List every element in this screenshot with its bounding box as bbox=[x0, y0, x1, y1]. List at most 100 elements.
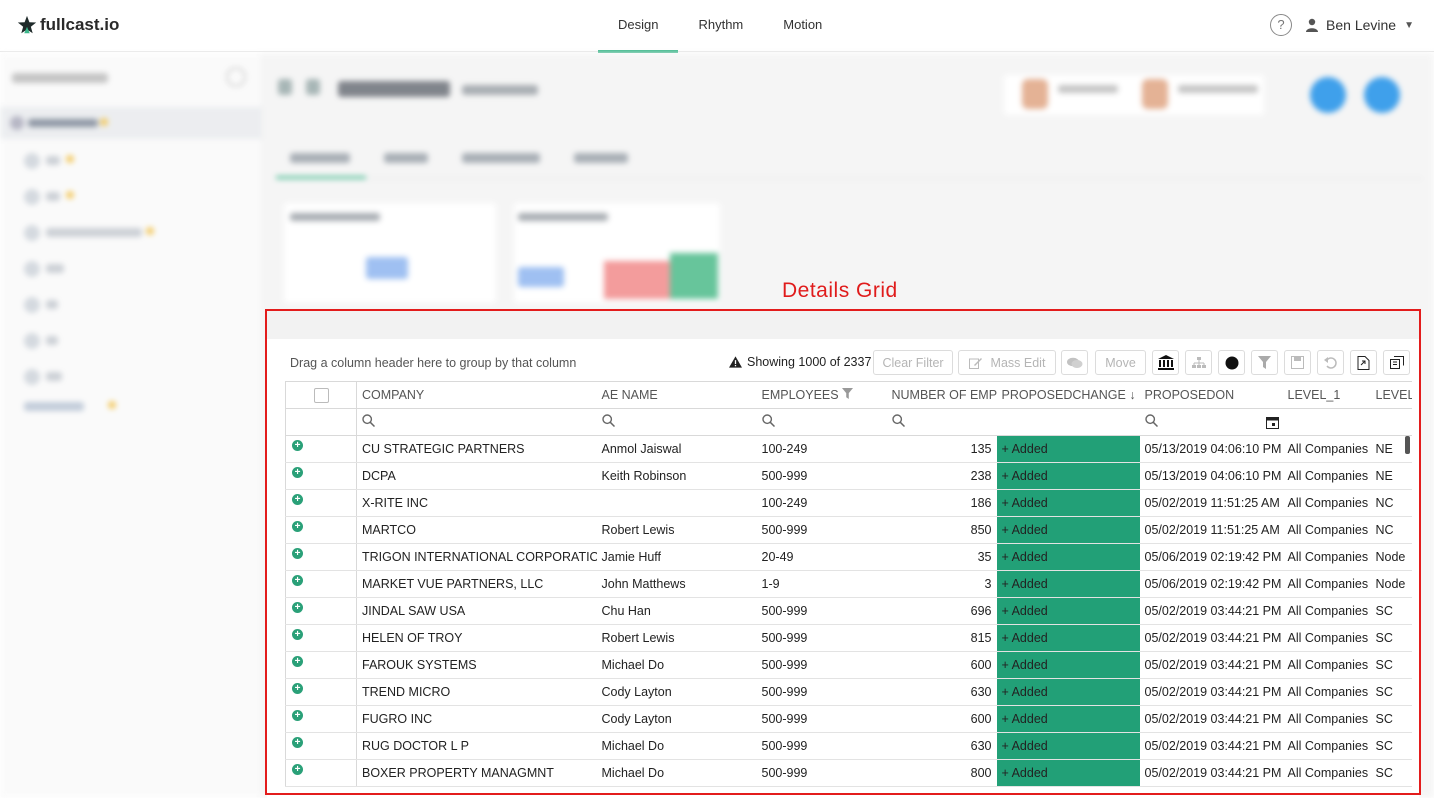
cell-level-1[interactable]: All Companies bbox=[1282, 516, 1371, 544]
cell-proposedchange[interactable]: + Added bbox=[996, 651, 1140, 679]
cell-ae-name[interactable]: Michael Do bbox=[596, 732, 757, 760]
cell-level[interactable]: SC bbox=[1370, 732, 1412, 760]
plus-circle-icon[interactable]: + bbox=[292, 628, 303, 640]
table-row[interactable]: + X-RITE INC 100-249 186 + Added 05/02/2019 1… bbox=[285, 489, 1412, 517]
cell-number-of-emp[interactable]: 850 bbox=[886, 516, 997, 544]
row-added-indicator[interactable]: + bbox=[285, 435, 357, 463]
cell-ae-name[interactable]: John Matthews bbox=[596, 570, 757, 598]
help-icon[interactable]: ? bbox=[1270, 14, 1293, 36]
cell-proposedon[interactable]: 05/02/2019 11:51:25 AM bbox=[1139, 489, 1283, 517]
cell-level[interactable]: SC bbox=[1370, 759, 1412, 787]
table-row[interactable]: + HELEN OF TROY Robert Lewis 500-999 815 + Ad… bbox=[285, 624, 1412, 652]
filter-company[interactable] bbox=[356, 408, 597, 436]
cell-company[interactable]: MARKET VUE PARTNERS, LLC bbox=[356, 570, 597, 598]
cell-company[interactable]: FUGRO INC bbox=[356, 705, 597, 733]
undo-button[interactable] bbox=[1317, 350, 1344, 375]
filter-active-icon[interactable] bbox=[842, 388, 854, 399]
cell-company[interactable]: TREND MICRO bbox=[356, 678, 597, 706]
cell-level[interactable]: NE bbox=[1370, 462, 1412, 490]
plus-circle-icon[interactable]: + bbox=[292, 655, 303, 667]
row-added-indicator[interactable]: + bbox=[285, 624, 357, 652]
column-header-proposedon[interactable]: PROPOSEDON bbox=[1139, 381, 1283, 409]
cell-proposedchange[interactable]: + Added bbox=[996, 678, 1140, 706]
clear-filter-button[interactable]: Clear Filter bbox=[873, 350, 953, 375]
columns-button[interactable] bbox=[1383, 350, 1410, 375]
cell-ae-name[interactable]: Jamie Huff bbox=[596, 543, 757, 571]
filter-ae-name[interactable] bbox=[596, 408, 757, 436]
cell-number-of-emp[interactable]: 600 bbox=[886, 651, 997, 679]
search-icon[interactable] bbox=[891, 414, 905, 428]
cell-ae-name[interactable]: Anmol Jaiswal bbox=[596, 435, 757, 463]
sort-down-icon[interactable]: ↓ bbox=[1129, 388, 1135, 402]
cell-number-of-emp[interactable]: 186 bbox=[886, 489, 997, 517]
cell-employees[interactable]: 500-999 bbox=[756, 759, 887, 787]
cell-ae-name[interactable]: Cody Layton bbox=[596, 705, 757, 733]
row-added-indicator[interactable]: + bbox=[285, 759, 357, 787]
column-header-number-of-emp[interactable]: NUMBER OF EMP bbox=[886, 381, 997, 409]
row-added-indicator[interactable]: + bbox=[285, 597, 357, 625]
plus-circle-icon[interactable]: + bbox=[292, 520, 303, 532]
filter-employees[interactable] bbox=[756, 408, 887, 436]
plus-circle-icon[interactable]: + bbox=[292, 601, 303, 613]
cell-proposedon[interactable]: 05/02/2019 03:44:21 PM bbox=[1139, 651, 1283, 679]
cell-proposedon[interactable]: 05/02/2019 03:44:21 PM bbox=[1139, 678, 1283, 706]
cell-employees[interactable]: 500-999 bbox=[756, 678, 887, 706]
cell-level[interactable]: SC bbox=[1370, 624, 1412, 652]
row-added-indicator[interactable]: + bbox=[285, 705, 357, 733]
cell-ae-name[interactable]: Robert Lewis bbox=[596, 516, 757, 544]
filter-number-of-emp[interactable] bbox=[886, 408, 997, 436]
cell-level-1[interactable]: All Companies bbox=[1282, 651, 1371, 679]
cell-level-1[interactable]: All Companies bbox=[1282, 489, 1371, 517]
row-added-indicator[interactable]: + bbox=[285, 732, 357, 760]
table-row[interactable]: + MARTCO Robert Lewis 500-999 850 + Added 05/0… bbox=[285, 516, 1412, 544]
cell-number-of-emp[interactable]: 630 bbox=[886, 732, 997, 760]
cell-employees[interactable]: 100-249 bbox=[756, 435, 887, 463]
cell-employees[interactable]: 500-999 bbox=[756, 462, 887, 490]
column-header-proposedchange[interactable]: PROPOSEDCHANGE ↓ bbox=[996, 381, 1140, 409]
table-row[interactable]: + BOXER PROPERTY MANAGMNT Michael Do 500-99… bbox=[285, 759, 1412, 787]
cell-company[interactable]: HELEN OF TROY bbox=[356, 624, 597, 652]
table-row[interactable]: + RUG DOCTOR L P Michael Do 500-999 630 + Add… bbox=[285, 732, 1412, 760]
cell-company[interactable]: FAROUK SYSTEMS bbox=[356, 651, 597, 679]
search-icon[interactable] bbox=[601, 414, 615, 428]
table-row[interactable]: + TREND MICRO Cody Layton 500-999 630 + Added… bbox=[285, 678, 1412, 706]
cell-proposedchange[interactable]: + Added bbox=[996, 543, 1140, 571]
cell-proposedchange[interactable]: + Added bbox=[996, 624, 1140, 652]
table-row[interactable]: + CU STRATEGIC PARTNERS Anmol Jaiswal 100-2… bbox=[285, 435, 1412, 463]
nav-item-design[interactable]: Design bbox=[598, 0, 679, 53]
cell-employees[interactable]: 500-999 bbox=[756, 732, 887, 760]
row-added-indicator[interactable]: + bbox=[285, 543, 357, 571]
cell-ae-name[interactable]: Robert Lewis bbox=[596, 624, 757, 652]
cell-proposedchange[interactable]: + Added bbox=[996, 732, 1140, 760]
cell-proposedon[interactable]: 05/02/2019 03:44:21 PM bbox=[1139, 624, 1283, 652]
plus-circle-icon[interactable]: + bbox=[292, 439, 303, 451]
cell-employees[interactable]: 500-999 bbox=[756, 516, 887, 544]
cell-company[interactable]: JINDAL SAW USA bbox=[356, 597, 597, 625]
bank-button[interactable] bbox=[1152, 350, 1179, 375]
cell-level-1[interactable]: All Companies bbox=[1282, 705, 1371, 733]
cell-number-of-emp[interactable]: 3 bbox=[886, 570, 997, 598]
row-added-indicator[interactable]: + bbox=[285, 516, 357, 544]
cell-company[interactable]: RUG DOCTOR L P bbox=[356, 732, 597, 760]
search-icon[interactable] bbox=[362, 414, 376, 428]
plus-circle-icon[interactable]: + bbox=[292, 574, 303, 586]
cell-company[interactable]: TRIGON INTERNATIONAL CORPORATION bbox=[356, 543, 597, 571]
cell-proposedchange[interactable]: + Added bbox=[996, 759, 1140, 787]
save-button[interactable] bbox=[1284, 350, 1311, 375]
cell-number-of-emp[interactable]: 238 bbox=[886, 462, 997, 490]
cell-proposedchange[interactable]: + Added bbox=[996, 435, 1140, 463]
cell-number-of-emp[interactable]: 800 bbox=[886, 759, 997, 787]
column-header-company[interactable]: COMPANY bbox=[356, 381, 597, 409]
cell-company[interactable]: MARTCO bbox=[356, 516, 597, 544]
row-added-indicator[interactable]: + bbox=[285, 651, 357, 679]
row-added-indicator[interactable]: + bbox=[285, 678, 357, 706]
cell-number-of-emp[interactable]: 815 bbox=[886, 624, 997, 652]
move-button[interactable]: Move bbox=[1095, 350, 1146, 375]
cell-proposedchange[interactable]: + Added bbox=[996, 516, 1140, 544]
cell-proposedon[interactable]: 05/06/2019 02:19:42 PM bbox=[1139, 570, 1283, 598]
cell-proposedon[interactable]: 05/02/2019 03:44:21 PM bbox=[1139, 759, 1283, 787]
cell-proposedon[interactable]: 05/02/2019 11:51:25 AM bbox=[1139, 516, 1283, 544]
cell-proposedchange[interactable]: + Added bbox=[996, 597, 1140, 625]
cell-ae-name[interactable] bbox=[596, 489, 757, 517]
cell-level-1[interactable]: All Companies bbox=[1282, 462, 1371, 490]
